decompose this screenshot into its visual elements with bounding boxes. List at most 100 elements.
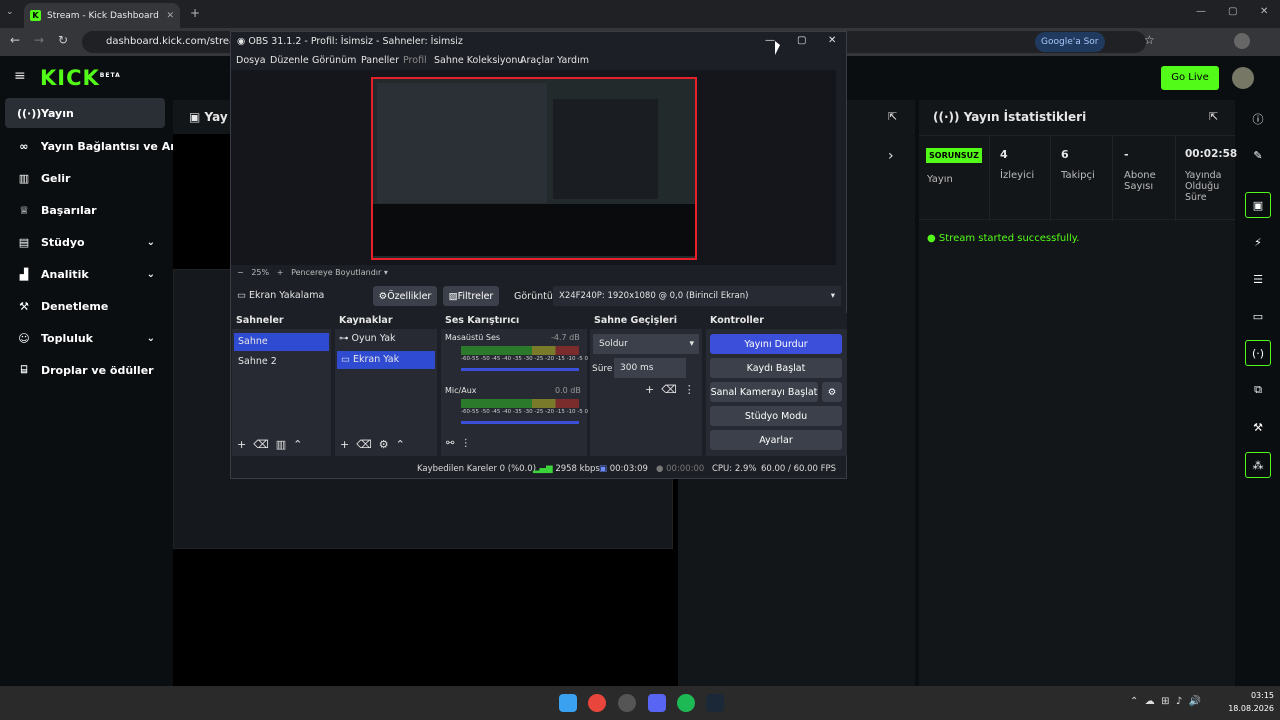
profile-avatar[interactable] [1234, 33, 1250, 49]
obs-taskbar-icon[interactable] [618, 694, 636, 712]
menu-paneller[interactable]: Paneller [361, 55, 399, 66]
menu-dosya[interactable]: Dosya [236, 55, 266, 66]
start-recording-button[interactable]: Kaydı Başlat [710, 358, 842, 378]
source-add-icon[interactable]: + ⌫ ⚙ ⌃ [340, 438, 405, 451]
source-item[interactable]: ⊶ Oyun Yak [339, 333, 396, 344]
zoom-controls[interactable]: − 25% + Pencereye Boyutlandır ▾ [237, 268, 388, 277]
nav-item-connection[interactable]: ∞Yayın Bağlantısı ve Anahtar [5, 131, 173, 161]
menu-duzenle[interactable]: Düzenle [270, 55, 309, 66]
stop-streaming-button[interactable]: Yayını Durdur [710, 334, 842, 354]
menu-yardim[interactable]: Yardım [557, 55, 589, 66]
sources-dock: Kaynaklar ⊶ Oyun Yak ▭ Ekran Yak + ⌫ ⚙ ⌃ [335, 313, 437, 456]
studio-mode-button[interactable]: Stüdyo Modu [710, 406, 842, 426]
menu-araclar[interactable]: Araçlar [520, 55, 554, 66]
scene-item[interactable]: Sahne 2 [234, 353, 329, 371]
spotify-icon[interactable] [677, 694, 695, 712]
info-icon[interactable]: ⓘ [1245, 106, 1271, 132]
nav-item-analitik[interactable]: ▟ Analitik ⌄ [5, 259, 165, 289]
settings-button[interactable]: Ayarlar [710, 430, 842, 450]
browser-tab[interactable]: K Stream - Kick Dashboard ✕ [24, 3, 180, 28]
followers-count: 6 [1061, 148, 1069, 161]
mixer-channel-db: -4.7 dB [551, 333, 580, 342]
scene-item[interactable]: Sahne [234, 333, 329, 351]
menu-sahne-koleksiyonu[interactable]: Sahne Koleksiyonu [434, 55, 523, 66]
obs-preview[interactable] [231, 70, 836, 265]
broadcast-tool-icon[interactable]: (·) [1245, 340, 1271, 366]
analytics-icon: ▟ [19, 267, 29, 281]
list-icon[interactable]: ☰ [1245, 266, 1271, 292]
volume-slider[interactable] [461, 421, 579, 424]
wrench-tool-icon[interactable]: ⚒ [1245, 414, 1271, 440]
nav-item-topluluk[interactable]: ☺ Topluluk ⌄ [5, 323, 165, 353]
new-tab-icon[interactable]: + [190, 6, 200, 20]
obs-close-icon[interactable]: ✕ [828, 35, 836, 46]
volume-meter [461, 346, 579, 355]
viewers-label: İzleyici [1000, 170, 1035, 181]
close-window-icon[interactable]: ✕ [1260, 6, 1268, 17]
popout-icon[interactable]: ⇱ [1209, 110, 1218, 123]
bolt-icon[interactable]: ⚡ [1245, 229, 1271, 255]
broadcast-icon: ((·)) [933, 110, 964, 124]
status-badge: SORUNSUZ [926, 148, 982, 163]
bookmark-star-icon[interactable]: ☆ [1144, 33, 1155, 47]
start-virtual-camera-button[interactable]: Sanal Kamerayı Başlat [710, 382, 818, 402]
menu-icon[interactable]: ≡ [14, 68, 26, 84]
mixer-settings-icon[interactable]: ⚯ ⋮ [446, 438, 471, 449]
obs-maximize-icon[interactable]: ▢ [797, 35, 806, 46]
minimize-icon[interactable]: — [1196, 6, 1206, 17]
monitor-icon: ▭ [237, 290, 249, 301]
scene-add-icon[interactable]: + ⌫ ▥ ⌃ [237, 438, 302, 451]
reload-icon[interactable]: ↻ [58, 33, 68, 47]
clock-date[interactable]: 18.08.2026 [1226, 704, 1274, 713]
virtual-camera-settings-icon[interactable]: ⚙ [822, 382, 842, 402]
mixer-channel-name: Mic/Aux [445, 386, 477, 395]
storage-icon[interactable]: ⧉ [1245, 377, 1271, 403]
forward-icon[interactable]: → [34, 33, 44, 47]
controls-dock: Kontroller Yayını Durdur Kaydı Başlat Sa… [706, 313, 847, 456]
clock-time[interactable]: 03:15 [1244, 691, 1274, 700]
uptime-label: Yayında Olduğu Süre [1185, 170, 1222, 203]
filters-button[interactable]: ▨ Filtreler [443, 286, 499, 306]
chevron-right-icon[interactable]: › [888, 148, 894, 164]
display-select[interactable]: X24F240P: 1920x1080 @ 0,0 (Birincil Ekra… [553, 286, 841, 306]
obs-minimize-icon[interactable]: — [765, 35, 775, 46]
windows-start-icon[interactable] [559, 694, 577, 712]
ask-google-button[interactable]: Google'a Sor [1035, 32, 1105, 52]
transition-add-icon[interactable]: + ⌫ ⋮ [645, 383, 695, 396]
edit-icon[interactable]: ✎ [1245, 142, 1271, 168]
menu-profil[interactable]: Profil [403, 55, 427, 66]
mixer-channel-name: Masaüstü Ses [445, 333, 501, 342]
nav-item-droplar[interactable]: ⌸ Droplar ve ödüller [5, 355, 165, 385]
source-item[interactable]: ▭ Ekran Yak [337, 351, 435, 369]
preview-source-bounds[interactable] [371, 77, 697, 260]
dropdown-icon: ▾ [830, 291, 835, 301]
restore-icon[interactable]: ▢ [1228, 6, 1237, 17]
transitions-dock: Sahne Geçişleri Soldur ▾ Süre 300 ms + ⌫ … [590, 313, 702, 456]
nav-item-studyo[interactable]: ▤ Stüdyo ⌄ [5, 227, 165, 257]
chat-icon[interactable]: ▭ [1245, 303, 1271, 329]
properties-button[interactable]: ⚙ Özellikler [373, 286, 437, 306]
discord-icon[interactable] [648, 694, 666, 712]
menu-gorunum[interactable]: Görünüm [312, 55, 356, 66]
nav-item-denetleme[interactable]: ⚒ Denetleme [5, 291, 165, 321]
kick-logo[interactable]: KICKBETA [40, 66, 121, 90]
steam-icon[interactable] [706, 694, 724, 712]
users-icon[interactable]: ⁂ [1245, 452, 1271, 478]
transition-select[interactable]: Soldur ▾ [593, 334, 699, 354]
volume-slider[interactable] [461, 368, 579, 371]
nav-item-gelir[interactable]: ▥ Gelir [5, 163, 165, 193]
studio-icon: ▤ [18, 235, 30, 249]
chrome-icon[interactable] [588, 694, 606, 712]
user-avatar[interactable] [1232, 67, 1254, 89]
tab-close-icon[interactable]: ✕ [166, 11, 174, 21]
nav-item-basarilar[interactable]: ♕ Başarılar [5, 195, 165, 225]
status-label: Yayın [927, 174, 953, 185]
popout-icon[interactable]: ⇱ [888, 110, 897, 123]
duration-input[interactable]: 300 ms [614, 358, 686, 378]
back-icon[interactable]: ← [10, 33, 20, 47]
go-live-button[interactable]: Go Live [1161, 66, 1219, 90]
tray-icons[interactable]: ⌃ ☁ ⊞ ♪ 🔊 [1130, 696, 1201, 707]
nav-item-yayin[interactable]: ((·)) Yayın [5, 98, 165, 128]
tab-list-icon[interactable]: ⌄ [6, 7, 14, 17]
layout-icon[interactable]: ▣ [1245, 192, 1271, 218]
